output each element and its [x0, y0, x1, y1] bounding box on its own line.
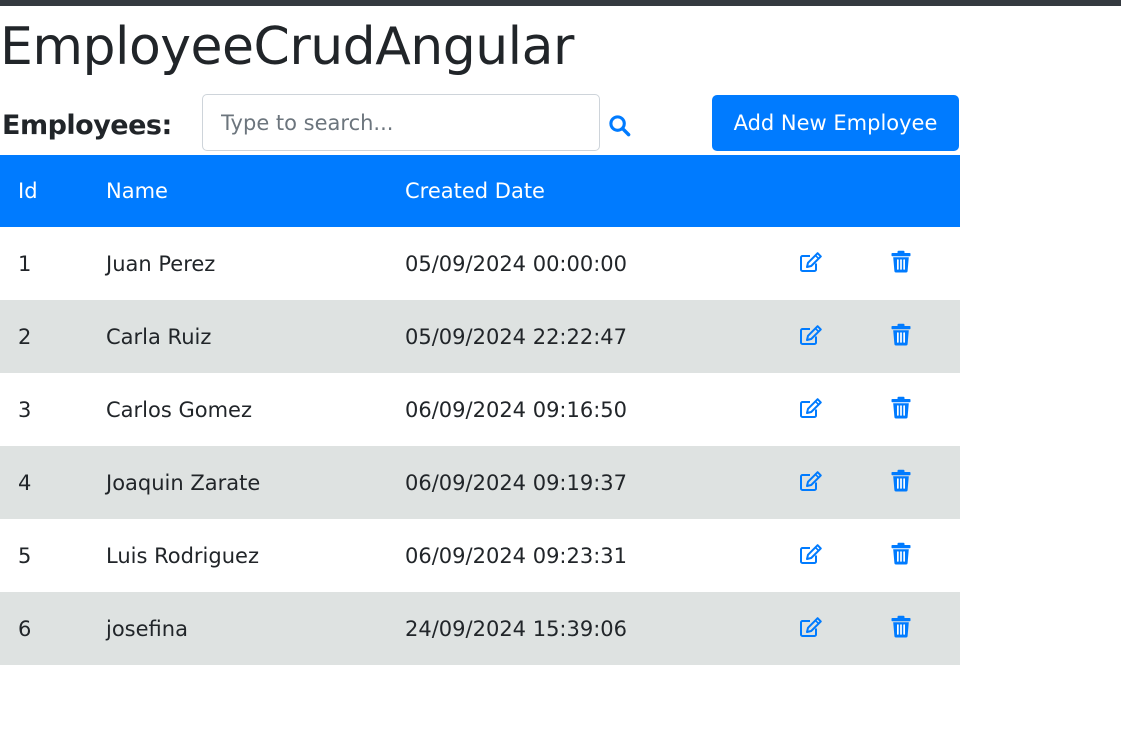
- cell-delete: [886, 446, 960, 519]
- trash-icon[interactable]: [888, 614, 914, 640]
- cell-name: Juan Perez: [106, 251, 216, 276]
- cell-edit: [788, 519, 886, 592]
- cell-name: josefina: [106, 616, 188, 641]
- employees-label: Employees:: [2, 110, 172, 141]
- cell-name: Carlos Gomez: [106, 397, 252, 422]
- cell-id: 3: [18, 397, 32, 422]
- cell-delete: [886, 300, 960, 373]
- edit-icon[interactable]: [798, 249, 824, 275]
- header-delete: [886, 155, 960, 227]
- cell-name: Joaquin Zarate: [106, 470, 261, 495]
- header-id: Id: [18, 179, 38, 203]
- table-row: 3 Carlos Gomez 06/09/2024 09:16:50: [0, 373, 960, 446]
- table-row: 5 Luis Rodriguez 06/09/2024 09:23:31: [0, 519, 960, 592]
- search-input[interactable]: [202, 94, 600, 151]
- add-new-employee-button[interactable]: Add New Employee: [712, 95, 959, 151]
- cell-delete: [886, 592, 960, 665]
- cell-id: 5: [18, 543, 32, 568]
- employees-table: Id Name Created Date 1 Juan Perez 05/09/20…: [0, 155, 960, 665]
- header-edit: [788, 155, 886, 227]
- table-row: 2 Carla Ruiz 05/09/2024 22:22:47: [0, 300, 960, 373]
- header-created-date: Created Date: [405, 179, 545, 203]
- cell-id: 4: [18, 470, 32, 495]
- cell-delete: [886, 227, 960, 300]
- cell-edit: [788, 446, 886, 519]
- trash-icon[interactable]: [888, 541, 914, 567]
- table-row: 6 josefina 24/09/2024 15:39:06: [0, 592, 960, 665]
- trash-icon[interactable]: [888, 395, 914, 421]
- cell-created-date: 24/09/2024 15:39:06: [405, 616, 628, 641]
- cell-delete: [886, 373, 960, 446]
- cell-created-date: 06/09/2024 09:19:37: [405, 470, 628, 495]
- cell-id: 2: [18, 324, 32, 349]
- cell-name: Carla Ruiz: [106, 324, 212, 349]
- cell-created-date: 05/09/2024 00:00:00: [405, 251, 628, 276]
- cell-id: 6: [18, 616, 32, 641]
- cell-created-date: 06/09/2024 09:16:50: [405, 397, 628, 422]
- table-header-row: Id Name Created Date: [0, 155, 960, 227]
- edit-icon[interactable]: [798, 468, 824, 494]
- top-bar: [0, 0, 1121, 6]
- cell-created-date: 05/09/2024 22:22:47: [405, 324, 628, 349]
- cell-created-date: 06/09/2024 09:23:31: [405, 543, 628, 568]
- cell-edit: [788, 227, 886, 300]
- table-row: 4 Joaquin Zarate 06/09/2024 09:19:37: [0, 446, 960, 519]
- trash-icon[interactable]: [888, 322, 914, 348]
- cell-edit: [788, 300, 886, 373]
- search-icon[interactable]: [604, 110, 634, 140]
- edit-icon[interactable]: [798, 614, 824, 640]
- page-title: EmployeeCrudAngular: [0, 17, 574, 77]
- cell-id: 1: [18, 251, 32, 276]
- edit-icon[interactable]: [798, 322, 824, 348]
- table-row: 1 Juan Perez 05/09/2024 00:00:00: [0, 227, 960, 300]
- cell-name: Luis Rodriguez: [106, 543, 259, 568]
- trash-icon[interactable]: [888, 468, 914, 494]
- cell-edit: [788, 592, 886, 665]
- trash-icon[interactable]: [888, 249, 914, 275]
- edit-icon[interactable]: [798, 395, 824, 421]
- cell-edit: [788, 373, 886, 446]
- edit-icon[interactable]: [798, 541, 824, 567]
- cell-delete: [886, 519, 960, 592]
- header-name: Name: [106, 179, 168, 203]
